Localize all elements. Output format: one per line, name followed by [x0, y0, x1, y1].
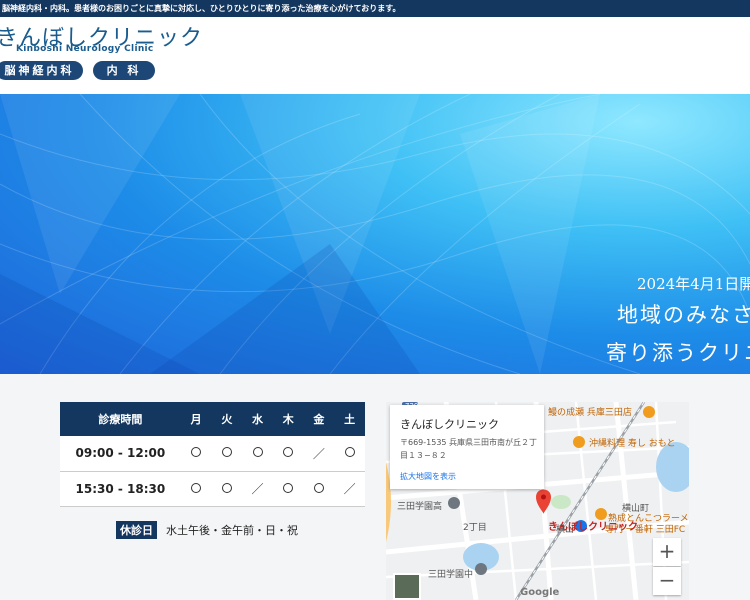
top-announcement-bar: 脳神経内科・内科。患者様のお困りごとに真摯に対応し、ひとりひとりに寄り添った治療… [0, 0, 750, 17]
map-label-road: 720 [405, 402, 419, 410]
availability-thu [272, 436, 304, 472]
open-circle-icon [191, 482, 202, 493]
time-slot: 15:30 - 18:30 [60, 471, 181, 507]
header-day-wed: 水 [242, 402, 273, 436]
map-zoom-in-button[interactable]: + [653, 538, 681, 566]
availability-wed [242, 436, 273, 472]
availability-thu [272, 471, 304, 507]
map-zoom-out-button[interactable]: − [653, 567, 681, 595]
google-logo: Google [520, 587, 560, 598]
header-day-mon: 月 [180, 402, 212, 436]
header-hours-label: 診療時間 [60, 402, 181, 436]
header-day-tue: 火 [211, 402, 243, 436]
table-row: 09:00 - 12:00 ／ [60, 436, 365, 472]
time-slot: 09:00 - 12:00 [60, 436, 181, 472]
info-section: 診療時間 月 火 水 木 金 土 09:00 - 12:00 ／ 15:30 - 1… [0, 374, 750, 600]
announcement-text: 脳神経内科・内科。患者様のお困りごとに真摯に対応し、ひとりひとりに寄り添った治療… [2, 4, 401, 13]
google-map[interactable]: きんぼしクリニック 〒669-1535 兵庫県三田市南が丘２丁目１３−８２ 拡大… [386, 402, 689, 600]
map-card-title: きんぼしクリニック [400, 418, 499, 431]
department-badge-neurology[interactable]: 脳神経内科 [0, 61, 83, 80]
map-label-school-mid: 三田学園中 [428, 570, 474, 580]
availability-fri: ／ [303, 436, 335, 472]
availability-mon [180, 436, 212, 472]
availability-sat: ／ [334, 471, 365, 507]
header-day-sat: 土 [334, 402, 365, 436]
header-day-fri: 金 [303, 402, 335, 436]
closed-slash-icon: ／ [251, 482, 264, 496]
availability-tue [211, 436, 243, 472]
closed-slash-icon: ／ [343, 482, 356, 496]
map-pin-label: きんぼしクリニック [548, 522, 638, 533]
department-badge-internal[interactable]: 内 科 [93, 61, 155, 80]
consultation-hours-table: 診療時間 月 火 水 木 金 土 09:00 - 12:00 ／ 15:30 - 1… [60, 402, 365, 507]
hero-heading-line2: 寄り添うクリニ [606, 341, 750, 365]
open-circle-icon [191, 447, 202, 458]
hero-heading-line1: 地域のみなさ [617, 303, 750, 327]
hero-banner: 2024年4月1日開 地域のみなさ 寄り添うクリニ [0, 94, 750, 374]
header-day-thu: 木 [272, 402, 304, 436]
open-circle-icon [283, 482, 294, 493]
opening-date: 2024年4月1日開 [637, 275, 750, 293]
open-circle-icon [283, 447, 294, 458]
map-label-chome: 2丁目 [463, 523, 487, 533]
availability-wed: ／ [242, 471, 273, 507]
open-circle-icon [344, 447, 355, 458]
open-circle-icon [221, 447, 232, 458]
availability-mon [180, 471, 212, 507]
availability-sat [334, 436, 365, 472]
closed-slash-icon: ／ [312, 446, 325, 461]
map-poi-eel: 鰻の成瀬 兵庫三田店 [548, 408, 632, 418]
closed-days-label: 休診日 [116, 521, 157, 539]
site-header: きんぼしクリニック Kinboshi Neurology Clinic 脳神経内… [0, 17, 750, 94]
table-header-row: 診療時間 月 火 水 木 金 土 [60, 402, 365, 436]
map-enlarge-link[interactable]: 拡大地図を表示 [400, 471, 456, 482]
availability-tue [211, 471, 243, 507]
map-label-school-high: 三田学園高 [397, 502, 443, 512]
closed-days-text: 水土午後・金午前・日・祝 [166, 524, 298, 537]
availability-fri [303, 471, 335, 507]
table-row: 15:30 - 18:30 ／ ／ [60, 471, 365, 507]
open-circle-icon [221, 482, 232, 493]
map-card-address: 〒669-1535 兵庫県三田市南が丘２丁目１３−８２ [400, 438, 538, 460]
map-satellite-toggle[interactable] [393, 573, 421, 600]
open-circle-icon [252, 447, 263, 458]
clinic-logo-english[interactable]: Kinboshi Neurology Clinic [16, 44, 154, 54]
map-info-card: きんぼしクリニック 〒669-1535 兵庫県三田市南が丘２丁目１３−８２ 拡大… [390, 405, 544, 489]
hero-pattern [0, 94, 750, 374]
map-poi-okinawa: 沖縄料理 寿し おもと [589, 439, 676, 449]
open-circle-icon [313, 482, 324, 493]
